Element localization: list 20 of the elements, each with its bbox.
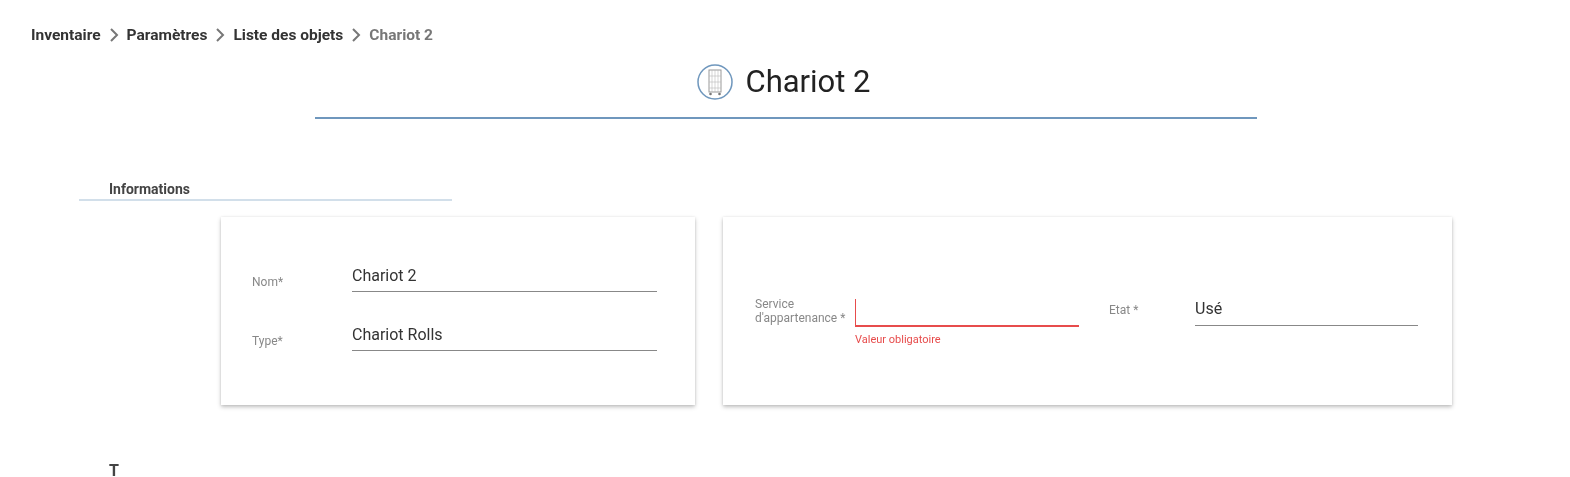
- breadcrumb-item[interactable]: Liste des objets: [233, 26, 344, 44]
- trolley-icon: [697, 63, 734, 100]
- section-title: T: [109, 461, 120, 477]
- field-label: Service d'appartenance *: [755, 296, 847, 325]
- chevron-icon: [351, 28, 362, 42]
- error-message: Valeur obligatoire: [855, 333, 942, 346]
- breadcrumb-item[interactable]: Inventaire: [31, 26, 101, 44]
- text-field[interactable]: Chariot 2: [352, 261, 657, 292]
- breadcrumb-item[interactable]: Paramètres: [126, 26, 208, 44]
- breadcrumb-item: Chariot 2: [369, 26, 433, 44]
- field-label: Etat *: [1109, 302, 1140, 317]
- page-title: Chariot 2: [745, 63, 871, 100]
- section-title: Informations: [79, 181, 452, 201]
- text-field[interactable]: Usé: [1195, 293, 1418, 326]
- chevron-icon: [215, 28, 226, 42]
- field-label: Type*: [252, 333, 284, 348]
- chevron-icon: [108, 28, 119, 42]
- text-field[interactable]: Chariot Rolls: [352, 320, 657, 351]
- text-field[interactable]: [855, 299, 1079, 327]
- field-label: Nom*: [252, 274, 285, 289]
